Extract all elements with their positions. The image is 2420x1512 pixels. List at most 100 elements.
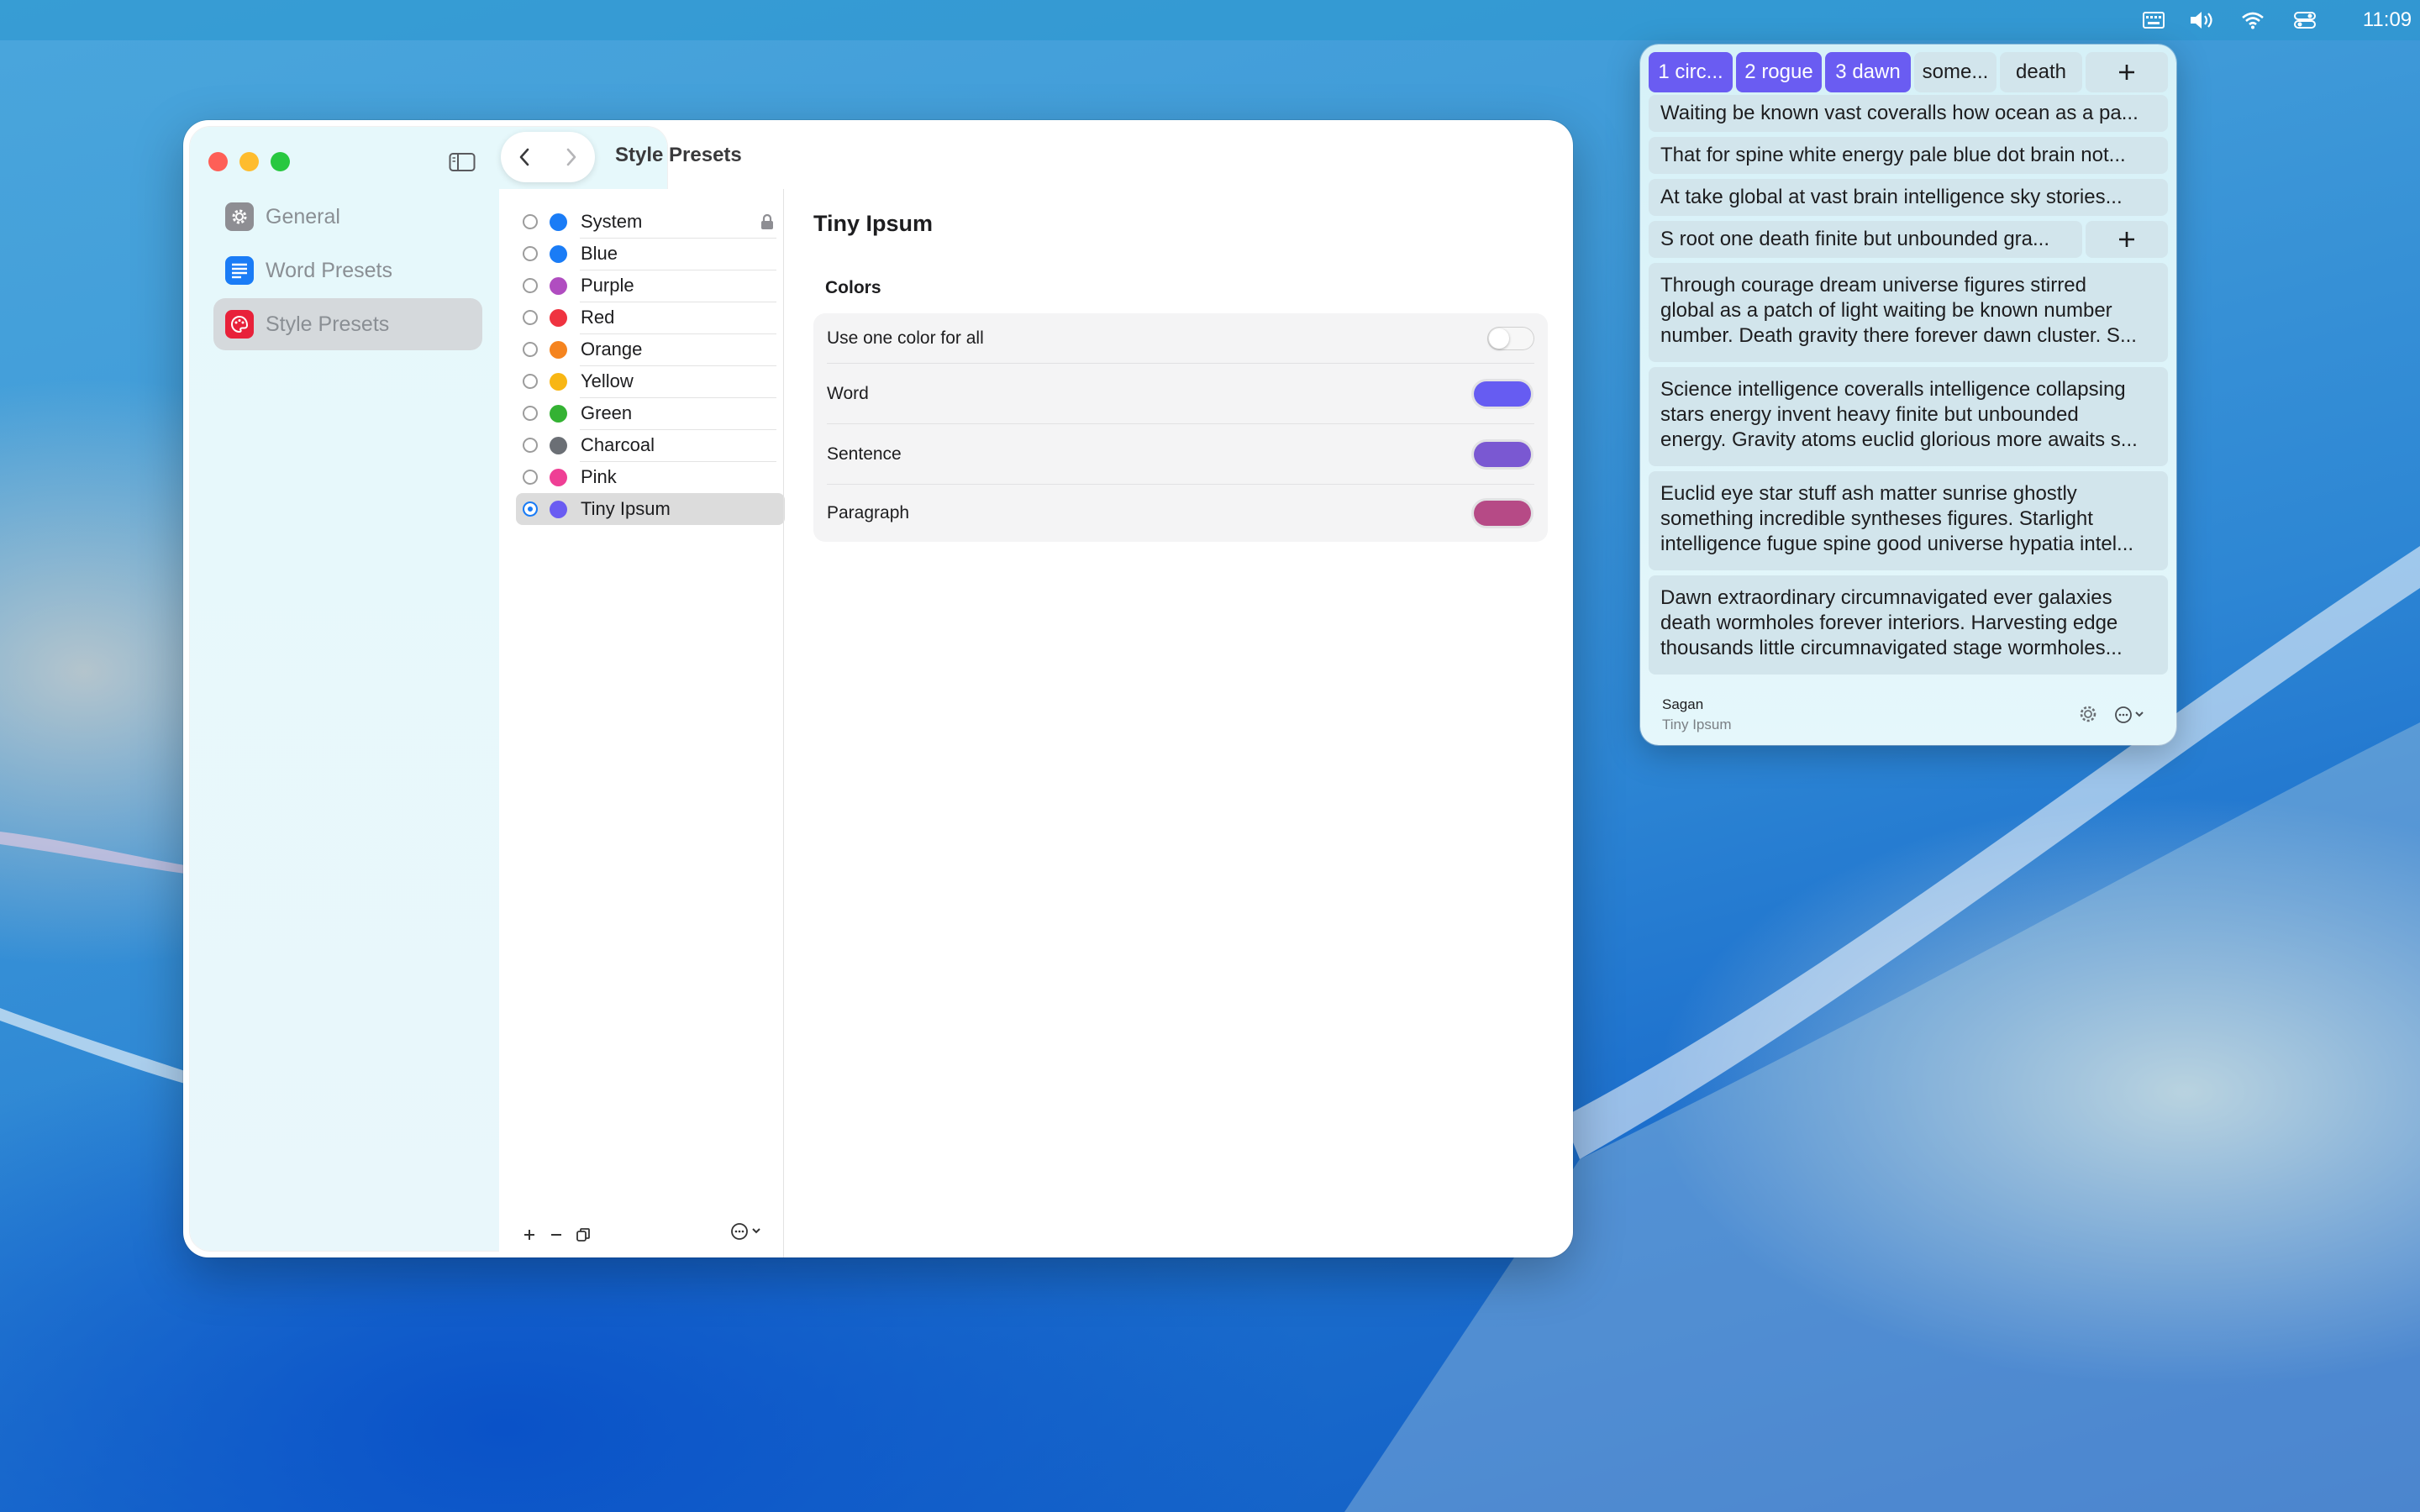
color-row-label: Word <box>827 384 869 403</box>
word-chip-5[interactable]: death <box>2000 52 2082 92</box>
color-dot <box>550 308 567 327</box>
add-word-button[interactable] <box>2086 52 2168 92</box>
color-row-word: Word <box>813 364 1548 424</box>
color-row-label: Paragraph <box>827 503 910 522</box>
text-lines-icon <box>225 256 254 285</box>
color-row-paragraph: Paragraph <box>813 485 1548 542</box>
preset-row-system[interactable]: System <box>516 206 785 239</box>
sidebar-item-general[interactable]: General <box>213 191 482 243</box>
paragraph-line: Dawn extraordinary circumnavigated ever … <box>1660 586 2112 609</box>
ipsum-panel: 1 circ... 2 rogue 3 dawn some... death W… <box>1640 45 2176 745</box>
preset-radio[interactable] <box>523 501 538 517</box>
preset-label: Green <box>581 402 633 423</box>
panel-more-options-button[interactable] <box>2112 704 2153 726</box>
word-color-well[interactable] <box>1474 381 1531 407</box>
preset-radio[interactable] <box>523 342 538 357</box>
word-chip-4[interactable]: some... <box>1914 52 1996 92</box>
add-sentence-button[interactable] <box>2086 221 2168 258</box>
sidebar-item-word-presets[interactable]: Word Presets <box>213 244 482 297</box>
more-options-button[interactable] <box>729 1221 766 1242</box>
preset-title: Tiny Ipsum <box>813 211 934 236</box>
preset-row-charcoal[interactable]: Charcoal <box>516 429 785 462</box>
preset-radio[interactable] <box>523 310 538 325</box>
close-button[interactable] <box>208 152 228 171</box>
color-dot <box>550 372 567 391</box>
zoom-button[interactable] <box>271 152 290 171</box>
preset-label: Charcoal <box>581 434 655 455</box>
volume-icon[interactable] <box>2188 7 2218 34</box>
preset-radio[interactable] <box>523 278 538 293</box>
preset-row-purple[interactable]: Purple <box>516 270 785 302</box>
sentence-card[interactable]: That for spine white energy pale blue do… <box>1649 137 2168 174</box>
preset-label: Purple <box>581 275 634 296</box>
color-dot <box>550 340 567 359</box>
paragraph-line: thousands little circumnavigated stage w… <box>1660 637 2123 659</box>
forward-button[interactable] <box>548 132 595 182</box>
preset-label: Red <box>581 307 615 328</box>
paragraph-card[interactable]: Dawn extraordinary circumnavigated ever … <box>1649 575 2168 675</box>
sentence-color-well[interactable] <box>1474 442 1531 467</box>
paragraph-line: number. Death gravity there forever dawn… <box>1660 324 2137 347</box>
back-button[interactable] <box>501 132 548 182</box>
settings-gear-icon[interactable] <box>2077 703 2101 727</box>
paragraph-line: something incredible syntheses figures. … <box>1660 507 2093 530</box>
sidebar-item-label: Style Presets <box>266 312 390 336</box>
paragraph-line: Through courage dream universe figures s… <box>1660 274 2086 297</box>
preset-label: System <box>581 211 643 232</box>
color-dot <box>550 276 567 295</box>
paragraph-card[interactable]: Science intelligence coveralls intellige… <box>1649 367 2168 466</box>
paragraph-card[interactable]: Through courage dream universe figures s… <box>1649 263 2168 362</box>
remove-preset-button[interactable] <box>543 1224 570 1246</box>
preset-row-orange[interactable]: Orange <box>516 333 785 366</box>
preset-radio[interactable] <box>523 470 538 485</box>
word-chip-2[interactable]: 2 rogue <box>1736 52 1822 92</box>
paragraph-color-well[interactable] <box>1474 501 1531 526</box>
word-chip-1[interactable]: 1 circ... <box>1649 52 1733 92</box>
duplicate-preset-button[interactable] <box>570 1224 597 1246</box>
preset-radio[interactable] <box>523 406 538 421</box>
preset-row-green[interactable]: Green <box>516 397 785 430</box>
preset-row-pink[interactable]: Pink <box>516 461 785 493</box>
window-title: Style Presets <box>615 144 742 166</box>
color-row-label: Sentence <box>827 444 902 464</box>
wifi-icon[interactable] <box>2240 7 2265 34</box>
one-color-label: Use one color for all <box>827 328 984 348</box>
paragraph-line: Euclid eye star stuff ash matter sunrise… <box>1660 482 2077 505</box>
minimize-button[interactable] <box>239 152 259 171</box>
preset-list: System Blue Purple Red Orange Yellow Gre… <box>499 189 798 1257</box>
sentence-card[interactable]: At take global at vast brain intelligenc… <box>1649 179 2168 216</box>
color-dot <box>550 404 567 423</box>
color-dot <box>550 213 567 231</box>
sentence-card[interactable]: S root one death finite but unbounded gr… <box>1649 221 2082 258</box>
one-color-toggle[interactable] <box>1487 327 1534 350</box>
add-preset-button[interactable] <box>516 1224 543 1246</box>
menu-bar-clock[interactable]: 11:09 <box>2360 7 2415 34</box>
sentence-card[interactable]: Waiting be known vast coveralls how ocea… <box>1649 95 2168 132</box>
settings-window: General Word Presets Style Presets Style… <box>183 120 1573 1257</box>
preset-row-red[interactable]: Red <box>516 302 785 334</box>
preset-row-tiny-ipsum[interactable]: Tiny Ipsum <box>516 493 785 525</box>
colors-group: Use one color for all Word Sentence Para… <box>813 313 1548 542</box>
word-chip-3[interactable]: 3 dawn <box>1825 52 1911 92</box>
menu-bar: 11:09 <box>0 0 2420 40</box>
paragraph-card[interactable]: Euclid eye star stuff ash matter sunrise… <box>1649 471 2168 570</box>
navigation-buttons <box>501 132 595 182</box>
control-center-icon[interactable] <box>2292 7 2317 34</box>
sidebar-item-label: General <box>266 204 340 228</box>
preset-radio[interactable] <box>523 374 538 389</box>
palette-icon <box>225 310 254 339</box>
preset-radio[interactable] <box>523 438 538 453</box>
keyboard-brightness-icon[interactable] <box>2141 7 2166 34</box>
color-dot <box>550 500 567 518</box>
sidebar-item-style-presets[interactable]: Style Presets <box>213 298 482 350</box>
sidebar-item-label: Word Presets <box>266 258 392 282</box>
preset-radio[interactable] <box>523 214 538 229</box>
preset-radio[interactable] <box>523 246 538 261</box>
preset-row-blue[interactable]: Blue <box>516 238 785 270</box>
paragraph-line: energy. Gravity atoms euclid glorious mo… <box>1660 428 2138 451</box>
gear-icon <box>225 202 254 231</box>
preset-row-yellow[interactable]: Yellow <box>516 365 785 398</box>
sidebar-toggle-icon[interactable] <box>449 152 476 172</box>
footer-app-name: Sagan <box>1662 696 1704 712</box>
preset-label: Yellow <box>581 370 634 391</box>
